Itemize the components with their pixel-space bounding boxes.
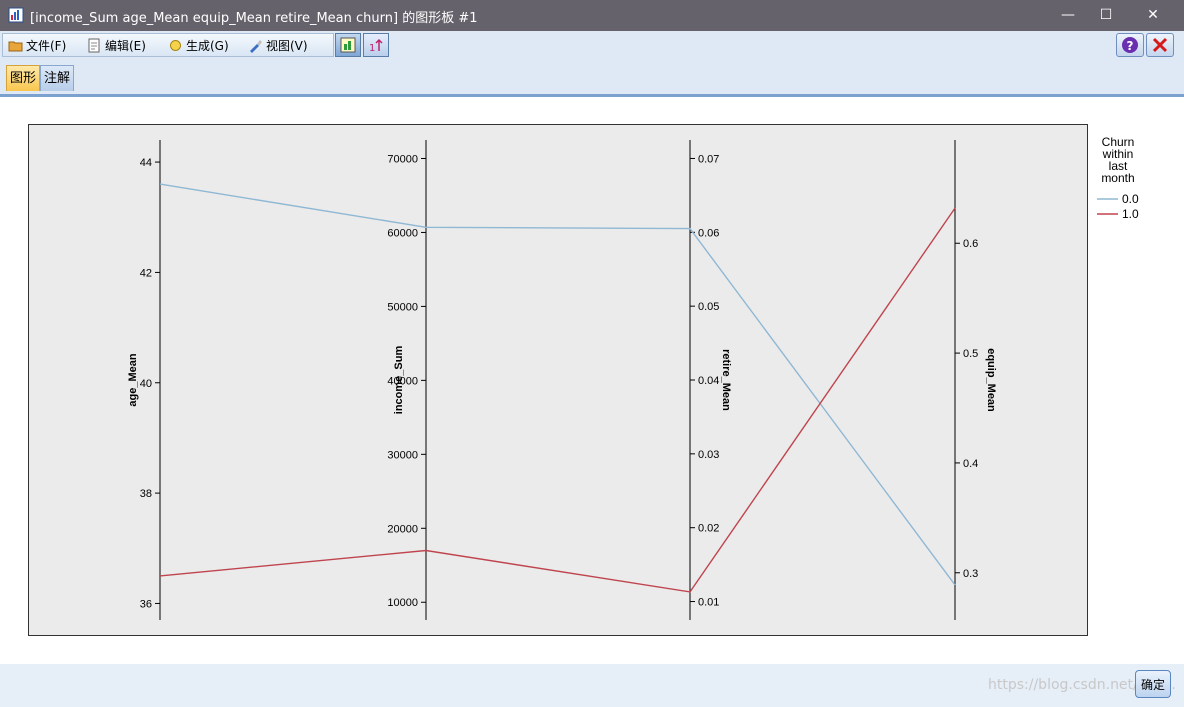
axis-tick-label: 0.4 bbox=[963, 458, 978, 470]
help-button[interactable]: ? bbox=[1116, 33, 1144, 57]
legend-title: month bbox=[1101, 171, 1134, 185]
title-bar: [income_Sum age_Mean equip_Mean retire_M… bbox=[0, 0, 1184, 31]
graph-edit-icon bbox=[340, 37, 356, 53]
parallel-coordinates-chart: 3638404244age_Mean1000020000300004000050… bbox=[127, 135, 1139, 620]
axis-tick-label: 0.3 bbox=[963, 568, 978, 580]
menu-view[interactable]: 视图(V) bbox=[248, 37, 308, 54]
axis-tick-label: 40 bbox=[140, 378, 152, 390]
ok-button[interactable]: 确定 bbox=[1135, 670, 1171, 698]
menu-bar: 文件(F) 编辑(E) 生成(G) 视图(V) 1 ? bbox=[0, 31, 1184, 58]
folder-icon bbox=[8, 41, 23, 52]
legend-label: 1.0 bbox=[1122, 207, 1139, 221]
edit-mode-button[interactable] bbox=[335, 33, 361, 57]
menu-file[interactable]: 文件(F) bbox=[8, 37, 66, 54]
close-window-button[interactable]: ✕ bbox=[1130, 0, 1176, 31]
axis-tick-label: 70000 bbox=[387, 153, 418, 165]
axis-tick-label: 50000 bbox=[387, 301, 418, 313]
axis-title: income_Sum bbox=[393, 346, 405, 415]
axis-tick-label: 36 bbox=[140, 598, 152, 610]
series-line-1.0 bbox=[159, 207, 956, 593]
maximize-button[interactable]: ☐ bbox=[1083, 0, 1129, 31]
axis-tick-label: 0.05 bbox=[698, 301, 719, 313]
view-brush-icon bbox=[250, 40, 262, 53]
axis-tick-label: 0.02 bbox=[698, 523, 719, 535]
menu-group: 文件(F) 编辑(E) 生成(G) 视图(V) bbox=[2, 33, 334, 57]
sort-icon: 1 bbox=[369, 38, 383, 53]
axis-tick-label: 0.5 bbox=[963, 348, 978, 360]
close-icon bbox=[1152, 37, 1168, 53]
window-title: [income_Sum age_Mean equip_Mean retire_M… bbox=[30, 11, 478, 26]
tab-annotation[interactable]: 注解 bbox=[40, 65, 75, 91]
axis-tick-label: 0.06 bbox=[698, 227, 719, 239]
axis-tick-label: 60000 bbox=[387, 227, 418, 239]
axis-tick-label: 38 bbox=[140, 488, 152, 500]
menu-generate[interactable]: 生成(G) bbox=[168, 37, 229, 54]
graphboard-app-icon bbox=[8, 7, 24, 23]
tab-bar: 图形 注解 bbox=[0, 58, 1184, 97]
generate-star-icon bbox=[170, 40, 181, 51]
axis-tick-label: 0.04 bbox=[698, 375, 719, 387]
axis-tick-label: 0.03 bbox=[698, 449, 719, 461]
sort-button[interactable]: 1 bbox=[363, 33, 389, 57]
axis-tick-label: 42 bbox=[140, 267, 152, 279]
document-edit-icon bbox=[88, 38, 100, 53]
help-icon: ? bbox=[1122, 37, 1138, 53]
close-dialog-button[interactable] bbox=[1146, 33, 1174, 57]
tab-graph[interactable]: 图形 bbox=[6, 65, 41, 91]
svg-text:?: ? bbox=[1127, 39, 1134, 53]
series-line-0.0 bbox=[159, 183, 956, 586]
axis-tick-label: 0.01 bbox=[698, 597, 719, 609]
axis-tick-label: 44 bbox=[140, 157, 152, 169]
axis-title: retire_Mean bbox=[720, 349, 732, 411]
axis-tick-label: 30000 bbox=[387, 449, 418, 461]
dialog-footer: https://blog.csdn.net/qq_... 确定 bbox=[0, 664, 1184, 707]
menu-edit[interactable]: 编辑(E) bbox=[87, 37, 146, 54]
graph-panel: 36 38 40 42 44 age_Mean 10000 20000 30000 40000 50… bbox=[0, 97, 1184, 664]
axis-title: equip_Mean bbox=[985, 348, 997, 412]
axis-title: age_Mean bbox=[127, 353, 139, 406]
svg-text:1: 1 bbox=[369, 43, 375, 53]
axis-tick-label: 0.07 bbox=[698, 153, 719, 165]
axis-tick-label: 0.6 bbox=[963, 238, 978, 250]
legend-label: 0.0 bbox=[1122, 192, 1139, 206]
axis-tick-label: 10000 bbox=[387, 597, 418, 609]
axis-tick-label: 20000 bbox=[387, 523, 418, 535]
